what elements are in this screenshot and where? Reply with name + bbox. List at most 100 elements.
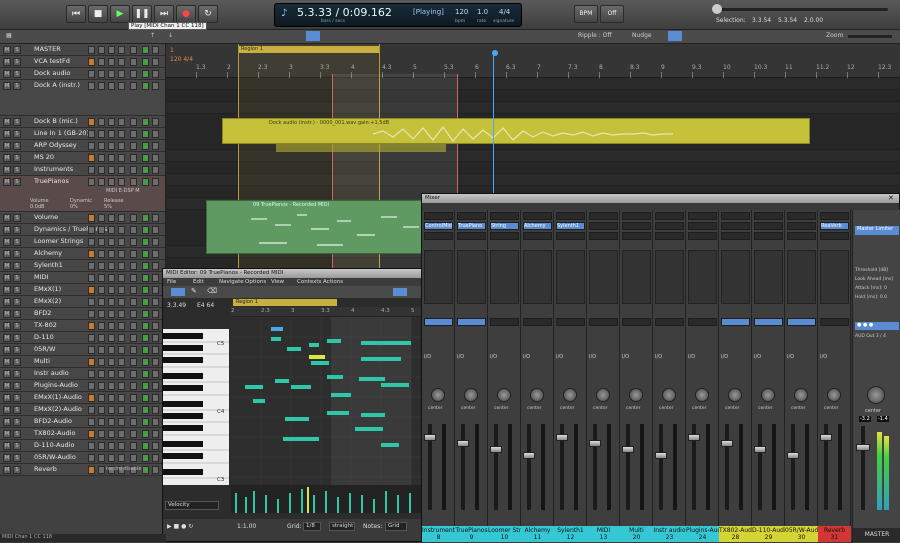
mute-button[interactable]: M [3, 226, 11, 234]
track-control-button[interactable] [142, 250, 149, 258]
track-name[interactable]: MS 20 [34, 153, 54, 161]
pr-erase-icon[interactable]: ⌫ [207, 287, 217, 295]
track-control-button[interactable] [142, 454, 149, 462]
track-control-button[interactable] [130, 58, 137, 66]
track-control-button[interactable] [108, 370, 115, 378]
track-name[interactable]: Loomer Strings [34, 237, 83, 245]
tempo-value[interactable]: 120 [455, 8, 468, 16]
io-label[interactable]: I/O [787, 354, 794, 360]
track-control-button[interactable] [152, 274, 159, 282]
track-control-button[interactable] [108, 238, 115, 246]
track-control-button[interactable] [152, 454, 159, 462]
track-control-button[interactable] [98, 382, 105, 390]
track-control-button[interactable] [118, 454, 125, 462]
volume-fader-cap[interactable] [622, 446, 634, 453]
track-row[interactable]: M S EMxX(1)-Audio [0, 392, 165, 404]
volume-fader-track[interactable] [494, 424, 498, 510]
pr-menu-item[interactable]: View [271, 279, 284, 285]
track-name[interactable]: Volume [34, 213, 58, 221]
insert-slot[interactable] [787, 222, 816, 230]
pan-knob[interactable] [431, 388, 445, 402]
channel-name[interactable]: TX802-Audio28 [719, 526, 752, 542]
track-control-button[interactable] [118, 334, 125, 342]
insert-slot[interactable] [787, 212, 816, 220]
track-control-button[interactable] [98, 166, 105, 174]
track-control-button[interactable] [108, 130, 115, 138]
track-row[interactable]: M S EMxX(1) [0, 284, 165, 296]
volume-fader-cap[interactable] [523, 452, 535, 459]
track-control-button[interactable] [108, 226, 115, 234]
solo-button[interactable]: S [13, 442, 21, 450]
solo-button[interactable]: S [13, 418, 21, 426]
track-control-button[interactable] [98, 82, 105, 90]
track-control-button[interactable] [118, 322, 125, 330]
track-control-button[interactable] [142, 310, 149, 318]
io-label[interactable]: I/O [424, 354, 431, 360]
send-slot[interactable] [787, 318, 816, 326]
volume-fader-track[interactable] [527, 424, 531, 510]
pan-knob[interactable] [563, 388, 577, 402]
track-control-button[interactable] [98, 118, 105, 126]
pan-knob[interactable] [530, 388, 544, 402]
mute-button[interactable]: M [3, 418, 11, 426]
insert-slot[interactable] [820, 232, 849, 240]
track-row[interactable]: M S BFD2-Audio [0, 416, 165, 428]
track-control-button[interactable] [152, 418, 159, 426]
track-control-button[interactable] [98, 370, 105, 378]
play-icon[interactable]: ▶ [110, 5, 130, 23]
mute-button[interactable]: M [3, 346, 11, 354]
track-control-button[interactable] [152, 166, 159, 174]
pan-knob[interactable] [497, 388, 511, 402]
track-control-button[interactable] [118, 238, 125, 246]
track-control-button[interactable] [98, 394, 105, 402]
track-control-button[interactable] [88, 430, 95, 438]
mute-button[interactable]: M [3, 286, 11, 294]
channel-name[interactable]: Plugins-Audio24 [686, 526, 719, 542]
channel-name[interactable]: 05R/W-Audio30 [785, 526, 818, 542]
mute-button[interactable]: M [3, 154, 11, 162]
track-name[interactable]: EMxX(2) [34, 297, 61, 305]
track-control-button[interactable] [142, 82, 149, 90]
track-control-button[interactable] [108, 322, 115, 330]
velocity-dropdown[interactable]: Velocity [165, 501, 219, 510]
volume-fader-track[interactable] [593, 424, 597, 510]
track-row[interactable]: M S Dynamics / TruePianos [0, 224, 165, 236]
insert-slot[interactable]: ReaVerb [820, 222, 849, 230]
fx-param-area[interactable] [820, 250, 849, 304]
track-control-button[interactable] [108, 394, 115, 402]
track-control-button[interactable] [118, 442, 125, 450]
io-label[interactable]: I/O [688, 354, 695, 360]
pr-position-b[interactable]: E4 64 [197, 302, 214, 309]
track-control-button[interactable] [142, 262, 149, 270]
master-insert[interactable]: Master Limiter [855, 226, 899, 235]
track-control-button[interactable] [118, 358, 125, 366]
track-control-button[interactable] [98, 334, 105, 342]
skip-icon[interactable]: ⏭ [154, 5, 174, 23]
track-control-button[interactable] [118, 370, 125, 378]
track-control-button[interactable] [88, 154, 95, 162]
signature-value[interactable]: 4/4 [499, 8, 510, 16]
track-row[interactable]: M S Dock audio [0, 68, 165, 80]
track-name[interactable]: Instr audio [34, 369, 69, 377]
insert-slot[interactable] [688, 232, 717, 240]
track-control-button[interactable] [108, 442, 115, 450]
track-control-button[interactable] [98, 58, 105, 66]
track-control-button[interactable] [108, 154, 115, 162]
track-control-button[interactable] [118, 118, 125, 126]
track-control-button[interactable] [130, 166, 137, 174]
solo-button[interactable]: S [13, 154, 21, 162]
insert-slot[interactable] [622, 232, 651, 240]
track-control-button[interactable] [152, 82, 159, 90]
track-control-button[interactable] [142, 238, 149, 246]
master-output[interactable]: AUD Out 3 / 4 [855, 334, 886, 339]
up-arrow-icon[interactable]: ↑ [150, 32, 155, 39]
insert-slot[interactable] [457, 232, 486, 240]
insert-slot[interactable] [754, 222, 783, 230]
track-control-button[interactable] [142, 46, 149, 54]
track-control-button[interactable] [130, 346, 137, 354]
track-control-button[interactable] [130, 322, 137, 330]
track-control-button[interactable] [108, 178, 115, 186]
track-control-button[interactable] [98, 322, 105, 330]
solo-button[interactable]: S [13, 142, 21, 150]
mute-button[interactable]: M [3, 382, 11, 390]
